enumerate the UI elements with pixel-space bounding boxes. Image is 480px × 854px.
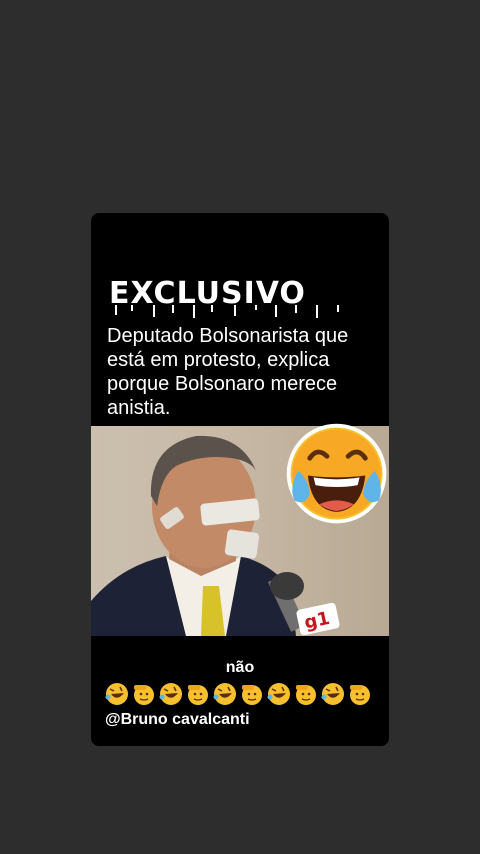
saluting-face-icon <box>296 685 316 705</box>
rolling-on-floor-laughing-icon <box>159 683 182 705</box>
rolling-on-floor-laughing-icon <box>105 683 128 705</box>
story-description: Deputado Bolsonarista que está em protes… <box>107 325 349 419</box>
author-handle[interactable]: @Bruno cavalcanti <box>105 711 250 729</box>
rolling-on-floor-laughing-icon <box>267 683 290 705</box>
drip-decoration <box>115 305 339 318</box>
story-caption: não <box>225 659 255 676</box>
rolling-on-floor-laughing-icon <box>321 683 344 705</box>
emoji-row <box>104 681 384 707</box>
saluting-face-icon <box>350 685 370 705</box>
face-with-tears-of-joy-icon <box>286 423 387 524</box>
saluting-face-icon <box>242 685 262 705</box>
story-card[interactable]: EXCLUSIVO Deputado Bolsonarista que está… <box>91 213 389 746</box>
rolling-on-floor-laughing-icon <box>213 683 236 705</box>
saluting-face-icon <box>188 685 208 705</box>
saluting-face-icon <box>134 685 154 705</box>
